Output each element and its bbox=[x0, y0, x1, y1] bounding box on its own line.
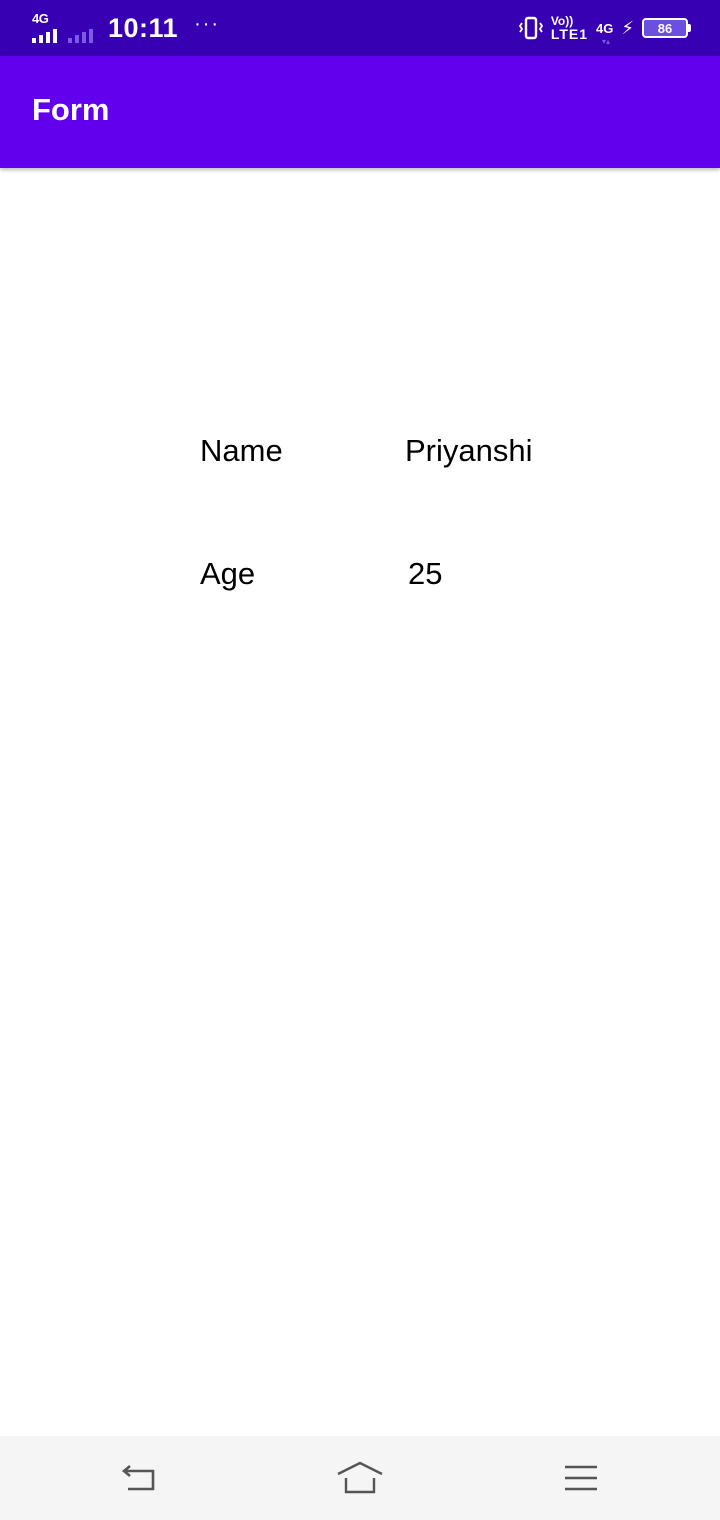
data-activity-icon: ▾▴ bbox=[602, 36, 611, 46]
name-label: Name bbox=[200, 433, 283, 468]
clock: 10:11 bbox=[108, 12, 179, 43]
back-button[interactable] bbox=[115, 1456, 163, 1500]
lte-label: LTE1 bbox=[550, 26, 589, 42]
back-icon bbox=[121, 1465, 155, 1491]
navigation-bar bbox=[0, 1436, 720, 1520]
app-bar: Form bbox=[0, 56, 720, 168]
volte-indicator: Vo)) LTE1 bbox=[550, 15, 589, 42]
battery-icon: 86 bbox=[642, 18, 691, 38]
network-type-label: 4G bbox=[32, 11, 49, 26]
charging-bolt-icon: ⚡ bbox=[621, 17, 634, 38]
signal-icon: 4G bbox=[32, 11, 62, 43]
menu-button[interactable] bbox=[557, 1456, 605, 1500]
status-right: Vo)) LTE1 4G ▾▴ ⚡ 86 bbox=[518, 0, 691, 56]
home-button[interactable] bbox=[336, 1456, 384, 1500]
signal-icon-sim2 bbox=[68, 13, 98, 43]
page-title: Form bbox=[32, 92, 110, 127]
form-content: Name Priyanshi Age 25 bbox=[0, 168, 720, 1436]
home-icon bbox=[337, 1461, 383, 1494]
status-left: 4G 10:11 ··· bbox=[32, 0, 220, 56]
age-label: Age bbox=[200, 556, 256, 591]
vibrate-icon bbox=[518, 15, 543, 41]
name-value: Priyanshi bbox=[405, 433, 533, 468]
battery-level: 86 bbox=[657, 20, 673, 36]
more-notifications-icon: ··· bbox=[194, 12, 221, 35]
status-bar: 4G 10:11 ··· Vo)) LTE1 4G ▾▴ ⚡ 86 bbox=[0, 0, 720, 56]
network-4g-label: 4G bbox=[596, 20, 614, 36]
menu-icon bbox=[565, 1465, 597, 1491]
network-4g-indicator: 4G ▾▴ bbox=[596, 20, 614, 46]
age-value: 25 bbox=[408, 556, 443, 591]
